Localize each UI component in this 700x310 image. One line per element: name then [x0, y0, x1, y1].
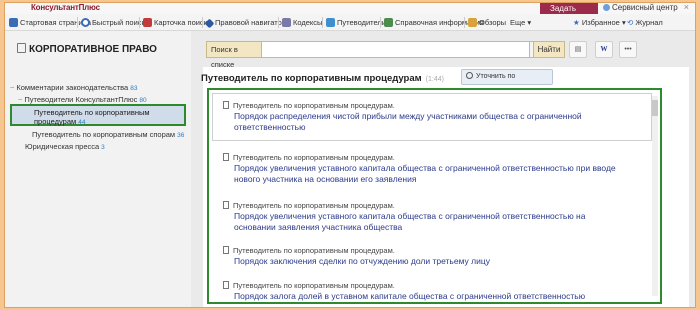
print-button[interactable]: ▤ [569, 41, 587, 58]
toolbar-codes[interactable]: Кодексы [282, 14, 322, 31]
brand-logo: КонсультантПлюс [31, 3, 100, 12]
tree-item-consultant-guides[interactable]: − Путеводители КонсультантПлюс 80 [18, 95, 147, 104]
more-icon: ••• [624, 46, 632, 53]
service-icon [603, 4, 610, 11]
toolbar-start-page[interactable]: Стартовая страница [9, 14, 91, 31]
tree-item-corporate-procedures[interactable]: Путеводитель по корпоративным процедурам… [10, 104, 186, 126]
toolbar-favorites[interactable]: ★ Избранное ▾ [573, 14, 626, 31]
ask-question-button[interactable]: Задать вопрос [540, 3, 598, 24]
book-icon [17, 43, 26, 53]
tree-item-corporate-disputes[interactable]: Путеводитель по корпоративным спорам 36 [32, 130, 184, 139]
close-icon[interactable]: × [684, 3, 689, 12]
list-item[interactable]: Путеводитель по корпоративным процедурам… [223, 153, 643, 184]
app-window: КонсультантПлюс Задать вопрос Сервисный … [4, 2, 696, 308]
refine-button[interactable]: Уточнить по реквизитам ▾ [461, 69, 553, 94]
tree-item-legal-press[interactable]: Юридическая пресса 3 [25, 142, 105, 151]
document-icon [223, 281, 229, 289]
service-center-link[interactable]: Сервисный центр [603, 3, 678, 12]
find-button[interactable]: Найти [533, 41, 565, 58]
print-icon: ▤ [574, 46, 582, 53]
history-icon: ⟲ [627, 18, 634, 27]
codes-icon [282, 18, 291, 27]
chevron-down-icon: ▾ [621, 18, 626, 27]
document-icon [223, 153, 229, 161]
reference-icon [384, 18, 393, 27]
list-item[interactable]: Путеводитель по корпоративным процедурам… [223, 281, 643, 302]
page-title: Путеводитель по корпоративным процедурам… [201, 73, 444, 84]
search-input[interactable] [263, 42, 529, 57]
title-bar: КонсультантПлюс Задать вопрос Сервисный … [5, 3, 695, 24]
left-panel: КОРПОРАТИВНОЕ ПРАВО − Комментарии законод… [5, 31, 191, 307]
search-icon [81, 18, 90, 27]
collapse-icon[interactable]: − [10, 83, 14, 92]
word-export-button[interactable]: W [595, 41, 613, 58]
toolbar-guides[interactable]: Путеводители [326, 14, 386, 31]
scrollbar[interactable] [652, 96, 658, 296]
card-icon [143, 18, 152, 27]
list-search: Поиск в списке ▼ [206, 41, 544, 69]
more-button[interactable]: ••• [619, 41, 637, 58]
document-list: Путеводитель по корпоративным процедурам… [207, 88, 662, 304]
toolbar-quick-search[interactable]: Быстрый поиск [81, 14, 145, 31]
chevron-down-icon: ▾ [527, 18, 532, 27]
document-icon [223, 101, 229, 109]
document-icon [223, 246, 229, 254]
guides-icon [326, 18, 335, 27]
main-toolbar: Стартовая страница Быстрый поиск Карточк… [5, 14, 695, 31]
home-icon [9, 18, 18, 27]
tree-item-comments[interactable]: − Комментарии законодательства 83 [10, 83, 137, 92]
list-item[interactable]: Путеводитель по корпоративным процедурам… [223, 246, 643, 267]
reviews-icon [468, 18, 477, 27]
document-icon [223, 201, 229, 209]
list-item[interactable]: Путеводитель по корпоративным процедурам… [223, 201, 643, 232]
toolbar-reviews[interactable]: Обзоры [468, 14, 506, 31]
toolbar-legal-navigator[interactable]: Правовой навигатор [204, 14, 286, 31]
navigator-icon [204, 18, 215, 29]
star-icon: ★ [573, 18, 580, 27]
section-title: КОРПОРАТИВНОЕ ПРАВО [17, 43, 157, 55]
list-item[interactable]: Путеводитель по корпоративным процедурам… [223, 101, 643, 132]
toolbar-more[interactable]: Еще ▾ [510, 14, 531, 31]
search-icon [466, 72, 473, 79]
toolbar-journal[interactable]: ⟲ Журнал [627, 14, 663, 31]
word-icon: W [600, 45, 608, 53]
search-label: Поиск в списке [207, 42, 262, 69]
collapse-icon[interactable]: − [18, 95, 22, 104]
scrollbar-thumb[interactable] [652, 100, 658, 116]
